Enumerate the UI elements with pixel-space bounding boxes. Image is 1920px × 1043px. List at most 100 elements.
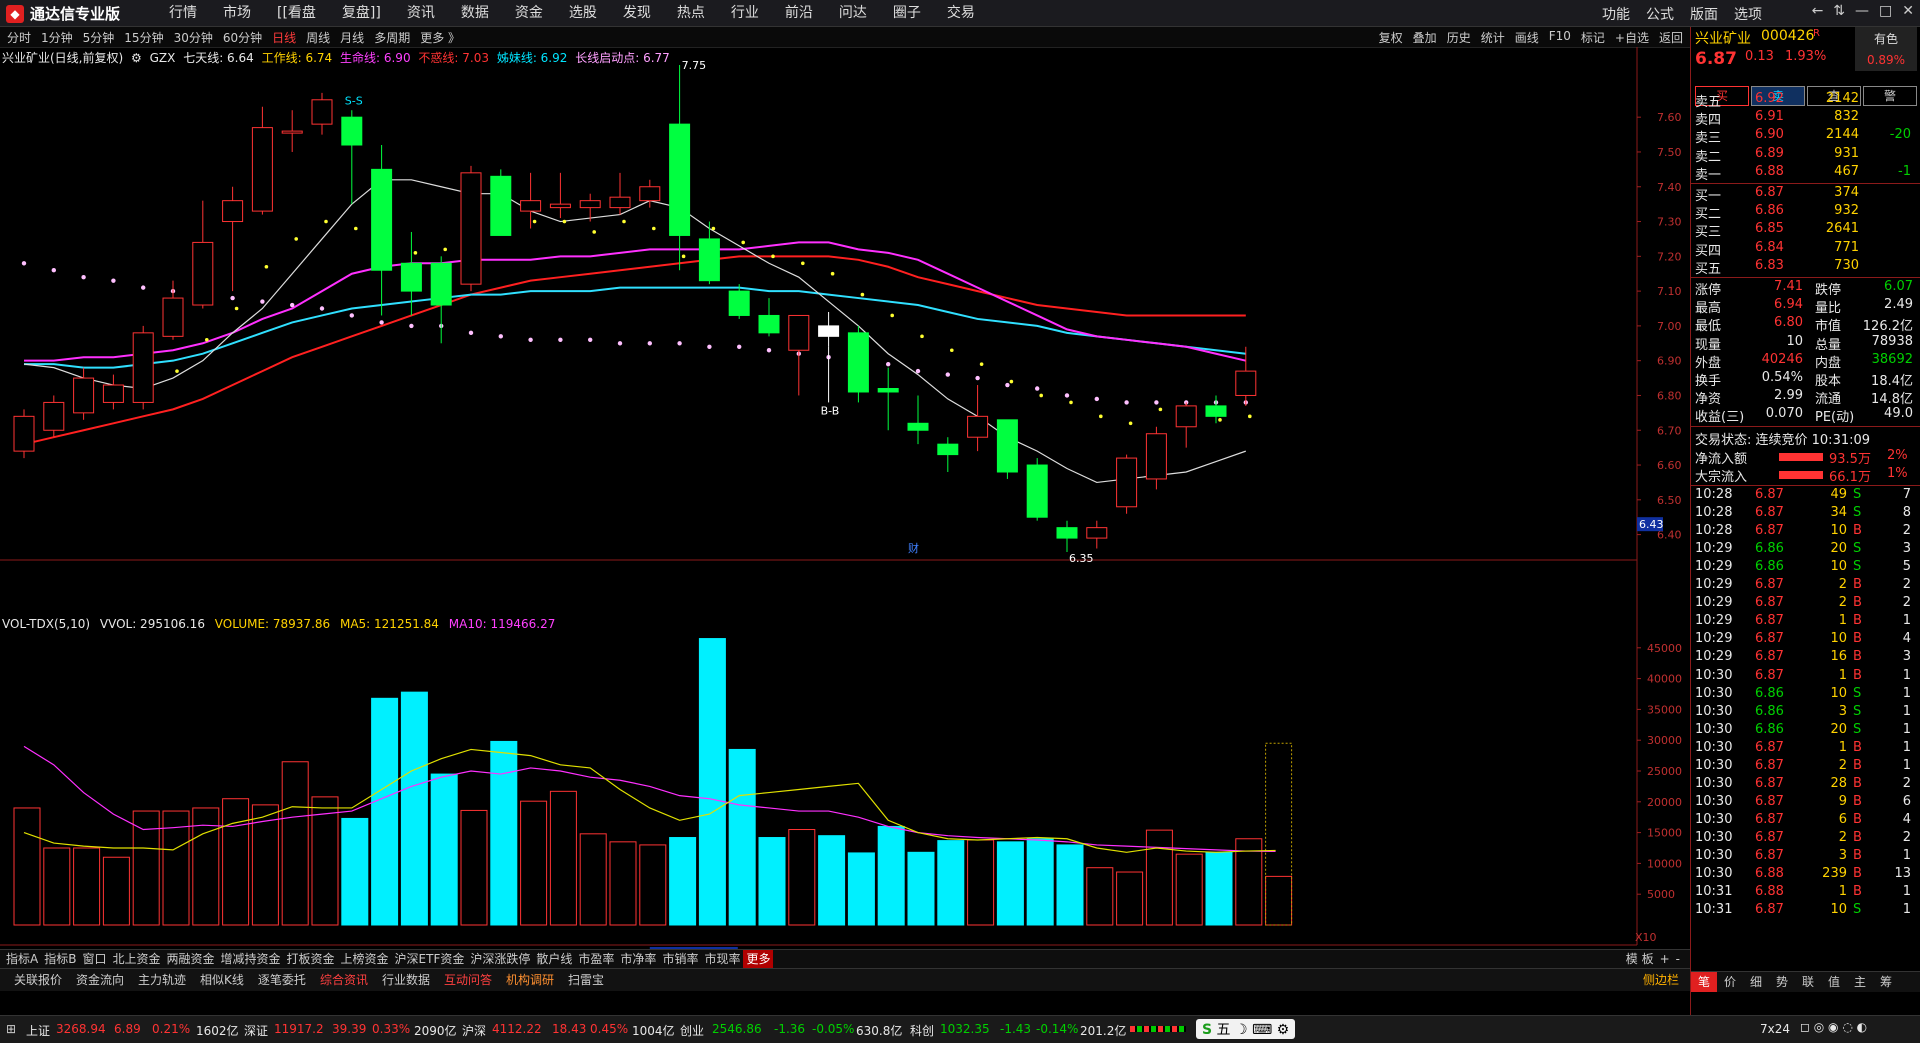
back-icon[interactable]: ← xyxy=(1812,3,1824,19)
period-tab-6[interactable]: 日线 xyxy=(267,29,301,46)
finance-marker[interactable]: 财 xyxy=(908,541,919,555)
quote-tab-0[interactable]: 笔 xyxy=(1691,972,1717,992)
indicator-tab-3[interactable]: 北上资金 xyxy=(109,950,163,968)
tick-count: 2 xyxy=(1902,595,1911,611)
menu-item-3[interactable]: 复盘]] xyxy=(329,4,394,22)
idx-kc-name[interactable]: 科创 xyxy=(910,1022,934,1039)
menu-item-10[interactable]: 行业 xyxy=(718,4,772,22)
info-tab-1[interactable]: 资金流向 xyxy=(69,969,131,991)
minimize-icon[interactable]: — xyxy=(1855,3,1869,19)
info-tab-3[interactable]: 相似K线 xyxy=(193,969,251,991)
quote-tab-6[interactable]: 主 xyxy=(1847,972,1873,992)
menu-item-12[interactable]: 问达 xyxy=(826,4,880,22)
tool-button-3[interactable]: 统计 xyxy=(1476,29,1510,46)
period-tab-1[interactable]: 1分钟 xyxy=(36,29,78,46)
tabs-right-button-1[interactable]: + xyxy=(1657,950,1673,968)
tool-button-8[interactable]: 返回 xyxy=(1654,29,1688,46)
menu-item-1[interactable]: 市场 xyxy=(210,4,264,22)
quote-tab-1[interactable]: 价 xyxy=(1717,972,1743,992)
menu-item-8[interactable]: 发现 xyxy=(610,4,664,22)
period-tab-4[interactable]: 30分钟 xyxy=(169,29,218,46)
indicator-tab-14[interactable]: 市现率 xyxy=(701,950,743,968)
indicator-tab-15[interactable]: 更多 xyxy=(743,950,774,968)
indicator-tab-0[interactable]: 指标A xyxy=(3,950,41,968)
period-tab-5[interactable]: 60分钟 xyxy=(218,29,267,46)
idx-hs-name[interactable]: 沪深 xyxy=(462,1022,486,1039)
indicator-tab-11[interactable]: 市盈率 xyxy=(575,950,617,968)
period-tab-8[interactable]: 月线 xyxy=(335,29,369,46)
menu-item-7[interactable]: 选股 xyxy=(556,4,610,22)
tool-button-6[interactable]: 标记 xyxy=(1576,29,1610,46)
quote-tab-3[interactable]: 势 xyxy=(1769,972,1795,992)
menu-item-4[interactable]: 资讯 xyxy=(394,4,448,22)
sidebar-toggle[interactable]: 侧边栏 xyxy=(1636,969,1686,991)
menu-item-11[interactable]: 前沿 xyxy=(772,4,826,22)
quote-tab-5[interactable]: 值 xyxy=(1821,972,1847,992)
menu-item-6[interactable]: 资金 xyxy=(502,4,556,22)
indicator-tab-4[interactable]: 两融资金 xyxy=(163,950,217,968)
indicator-tab-2[interactable]: 窗口 xyxy=(79,950,109,968)
indicator-tab-9[interactable]: 沪深涨跌停 xyxy=(467,950,533,968)
info-tab-2[interactable]: 主力轨迹 xyxy=(131,969,193,991)
maximize-icon[interactable]: □ xyxy=(1879,3,1892,19)
indicator-tab-10[interactable]: 散户线 xyxy=(533,950,575,968)
tool-button-0[interactable]: 复权 xyxy=(1374,29,1408,46)
restore-icon[interactable]: ⇅ xyxy=(1833,3,1845,19)
tick-count: 2 xyxy=(1902,577,1911,593)
tool-button-2[interactable]: 历史 xyxy=(1442,29,1476,46)
menu-item-5[interactable]: 数据 xyxy=(448,4,502,22)
tick-time: 10:29 xyxy=(1695,631,1733,647)
info-tab-7[interactable]: 互动问答 xyxy=(437,969,499,991)
idx-sz-name[interactable]: 深证 xyxy=(244,1022,268,1039)
info-tab-9[interactable]: 扫雷宝 xyxy=(561,969,611,991)
tabs-right-button-0[interactable]: 模 板 xyxy=(1623,950,1657,968)
menu-item-2[interactable]: [[看盘 xyxy=(264,4,329,22)
price-tick-label: 6.90 xyxy=(1657,355,1682,368)
indicator-tab-1[interactable]: 指标B xyxy=(41,950,79,968)
stock-name: 兴业矿业 xyxy=(1695,31,1751,47)
period-tab-3[interactable]: 15分钟 xyxy=(119,29,168,46)
right-menu-item-0[interactable]: 功能 xyxy=(1594,4,1638,24)
quote-tab-4[interactable]: 联 xyxy=(1795,972,1821,992)
info-tab-8[interactable]: 机构调研 xyxy=(499,969,561,991)
indicator-tab-6[interactable]: 打板资金 xyxy=(284,950,338,968)
indicator-tab-8[interactable]: 沪深ETF资金 xyxy=(392,950,468,968)
kline-chart[interactable]: 7.60 7.50 7.40 7.30 7.20 7.10 7.00 6.90 6.80 6.70… xyxy=(0,47,1690,949)
info-tab-4[interactable]: 逐笔委托 xyxy=(251,969,313,991)
right-menu-item-2[interactable]: 版面 xyxy=(1682,4,1726,24)
right-menu-item-1[interactable]: 公式 xyxy=(1638,4,1682,24)
period-tab-0[interactable]: 分时 xyxy=(2,29,36,46)
idx-sh-name[interactable]: 上证 xyxy=(26,1022,50,1039)
candle-body xyxy=(669,123,691,236)
tool-button-5[interactable]: F10 xyxy=(1544,29,1576,46)
ime-toolbar[interactable]: S 五 ☽ ⌨ ⚙ xyxy=(1196,1019,1296,1039)
info-tab-5[interactable]: 综合资讯 xyxy=(313,969,375,991)
last-price: 6.87 xyxy=(1695,49,1737,69)
stat-value: 49.0 xyxy=(1884,406,1913,422)
signal-dot-yellow xyxy=(1099,414,1103,419)
quote-tab-7[interactable]: 筹 xyxy=(1873,972,1899,992)
info-tab-0[interactable]: 关联报价 xyxy=(7,969,69,991)
close-icon[interactable]: ✕ xyxy=(1902,3,1914,19)
tool-button-1[interactable]: 叠加 xyxy=(1408,29,1442,46)
indicator-tab-12[interactable]: 市净率 xyxy=(617,950,659,968)
stat-label: 股本 xyxy=(1815,374,1842,389)
menu-item-0[interactable]: 行情 xyxy=(156,4,210,22)
right-menu-item-3[interactable]: 选项 xyxy=(1726,4,1770,24)
menu-item-14[interactable]: 交易 xyxy=(934,4,988,22)
idx-cy-name[interactable]: 创业 xyxy=(680,1022,704,1039)
tabs-right-button-2[interactable]: - xyxy=(1673,950,1683,968)
indicator-tab-5[interactable]: 增减持资金 xyxy=(218,950,284,968)
period-tab-9[interactable]: 多周期 xyxy=(369,29,415,46)
indicator-tab-7[interactable]: 上榜资金 xyxy=(338,950,392,968)
tool-button-4[interactable]: 画线 xyxy=(1510,29,1544,46)
menu-item-13[interactable]: 圈子 xyxy=(880,4,934,22)
period-tab-7[interactable]: 周线 xyxy=(301,29,335,46)
period-tab-10[interactable]: 更多 》 xyxy=(415,29,465,46)
quote-tab-2[interactable]: 细 xyxy=(1743,972,1769,992)
tool-button-7[interactable]: +自选 xyxy=(1610,29,1654,46)
period-tab-2[interactable]: 5分钟 xyxy=(78,29,120,46)
info-tab-6[interactable]: 行业数据 xyxy=(375,969,437,991)
menu-item-9[interactable]: 热点 xyxy=(664,4,718,22)
indicator-tab-13[interactable]: 市销率 xyxy=(659,950,701,968)
